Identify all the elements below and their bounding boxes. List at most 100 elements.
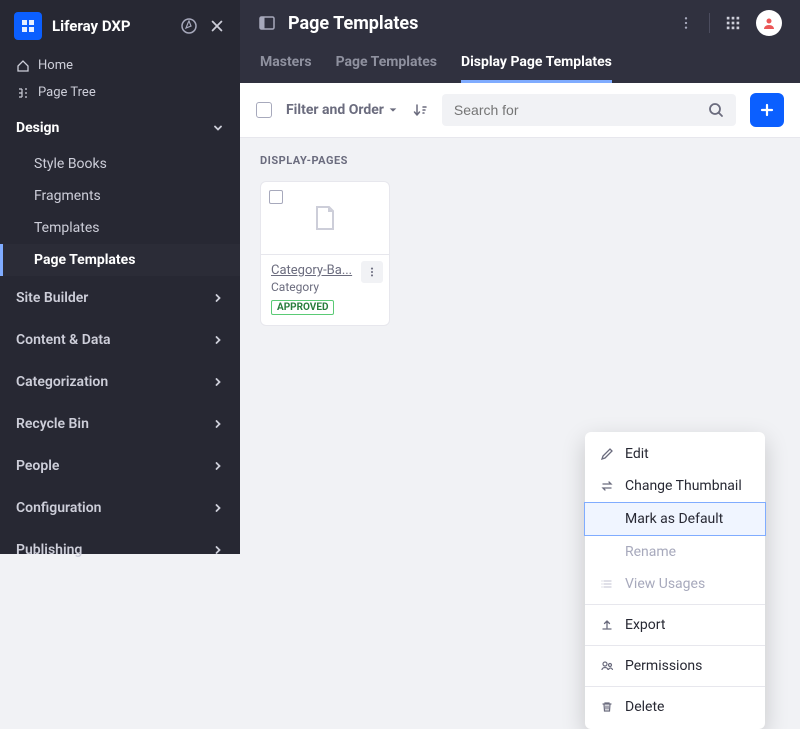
main: Page Templates Masters Page Templates Di… [240, 0, 800, 554]
sort-button[interactable] [412, 102, 428, 118]
list-icon [599, 576, 615, 592]
menu-separator [585, 686, 765, 687]
kebab-icon[interactable] [677, 14, 695, 32]
menu-item-label: View Usages [625, 576, 705, 592]
menu-item-label: Permissions [625, 658, 702, 674]
sidebar-link-label: Home [38, 58, 73, 73]
caret-down-icon [388, 105, 398, 115]
select-all-checkbox[interactable] [256, 102, 272, 118]
section-label: Recycle Bin [16, 416, 89, 432]
menu-item-edit[interactable]: Edit [585, 438, 765, 470]
panel-icon[interactable] [258, 14, 276, 32]
chevron-right-icon [212, 334, 224, 346]
tabs: Masters Page Templates Display Page Temp… [240, 42, 800, 83]
chevron-right-icon [212, 460, 224, 472]
menu-item-label: Change Thumbnail [625, 478, 742, 494]
sidebar-section-categorization[interactable]: Categorization [0, 360, 240, 402]
sidebar-item-fragments[interactable]: Fragments [0, 180, 240, 212]
tab-masters[interactable]: Masters [260, 46, 312, 83]
filter-order-button[interactable]: Filter and Order [286, 102, 398, 118]
sidebar: Liferay DXP Home Page Tree Design Style … [0, 0, 240, 554]
section-label: Configuration [16, 500, 101, 516]
add-button[interactable] [750, 93, 784, 127]
menu-item-label: Mark as Default [625, 511, 723, 527]
sidebar-item-templates[interactable]: Templates [0, 212, 240, 244]
menu-item-export[interactable]: Export [585, 609, 765, 641]
filter-label: Filter and Order [286, 102, 384, 118]
sidebar-section-recycle-bin[interactable]: Recycle Bin [0, 402, 240, 444]
card-thumbnail[interactable] [261, 182, 389, 254]
section-label: Publishing [16, 542, 82, 558]
content-area: DISPLAY-PAGES Category-Ba... Category AP… [240, 138, 800, 342]
section-label: Site Builder [16, 290, 88, 306]
sidebar-item-page-templates[interactable]: Page Templates [0, 244, 240, 276]
menu-item-label: Delete [625, 699, 664, 715]
compass-icon[interactable] [180, 17, 198, 35]
card-checkbox[interactable] [269, 190, 283, 204]
brand-logo[interactable] [14, 12, 42, 40]
sidebar-section-site-builder[interactable]: Site Builder [0, 276, 240, 318]
chevron-right-icon [212, 376, 224, 388]
sidebar-link-page-tree[interactable]: Page Tree [0, 79, 240, 106]
menu-separator [585, 645, 765, 646]
menu-item-label: Export [625, 617, 665, 633]
chevron-right-icon [212, 418, 224, 430]
sidebar-section-publishing[interactable]: Publishing [0, 528, 240, 570]
template-card: Category-Ba... Category APPROVED [260, 181, 390, 326]
apps-grid-icon[interactable] [724, 14, 742, 32]
section-label: People [16, 458, 59, 474]
chevron-right-icon [212, 544, 224, 556]
card-title[interactable]: Category-Ba... [271, 263, 363, 278]
topbar: Page Templates [240, 0, 800, 42]
tab-label: Display Page Templates [461, 54, 612, 70]
people-icon [599, 658, 615, 674]
divider [709, 13, 710, 33]
sidebar-nav: Home Page Tree Design Style Books Fragme… [0, 52, 240, 570]
menu-item-label: Rename [625, 544, 676, 560]
tab-page-templates[interactable]: Page Templates [336, 46, 437, 83]
plus-icon [759, 102, 775, 118]
upload-icon [599, 617, 615, 633]
section-label: Categorization [16, 374, 108, 390]
sidebar-section-people[interactable]: People [0, 444, 240, 486]
chevron-right-icon [212, 292, 224, 304]
chevron-right-icon [212, 502, 224, 514]
brand-name: Liferay DXP [52, 17, 170, 35]
menu-separator [585, 604, 765, 605]
item-label: Fragments [34, 188, 101, 204]
section-label: DISPLAY-PAGES [260, 154, 780, 167]
section-label: Design [16, 120, 59, 136]
tab-display-page-templates[interactable]: Display Page Templates [461, 46, 612, 83]
avatar[interactable] [756, 10, 782, 36]
tree-icon [16, 86, 30, 100]
item-label: Style Books [34, 156, 107, 172]
sidebar-section-configuration[interactable]: Configuration [0, 486, 240, 528]
page-title: Page Templates [288, 13, 665, 34]
menu-item-change-thumbnail[interactable]: Change Thumbnail [585, 470, 765, 502]
context-menu: Edit Change Thumbnail Mark as Default Re… [585, 432, 765, 729]
item-label: Templates [34, 220, 100, 236]
status-badge: APPROVED [271, 300, 334, 315]
menu-item-rename: Rename [585, 536, 765, 568]
topbar-actions [677, 10, 782, 36]
search-field[interactable] [442, 94, 736, 126]
sidebar-section-content-data[interactable]: Content & Data [0, 318, 240, 360]
close-icon[interactable] [208, 17, 226, 35]
menu-item-view-usages: View Usages [585, 568, 765, 600]
menu-item-mark-default[interactable]: Mark as Default [584, 502, 766, 536]
sidebar-item-style-books[interactable]: Style Books [0, 148, 240, 180]
toolbar: Filter and Order [240, 83, 800, 138]
swap-icon [599, 478, 615, 494]
chevron-down-icon [212, 122, 224, 134]
page-icon [311, 204, 339, 232]
menu-item-label: Edit [625, 446, 649, 462]
menu-item-delete[interactable]: Delete [585, 691, 765, 723]
pencil-icon [599, 446, 615, 462]
trash-icon [599, 699, 615, 715]
sidebar-section-design[interactable]: Design [0, 106, 240, 148]
home-icon [16, 59, 30, 73]
menu-item-permissions[interactable]: Permissions [585, 650, 765, 682]
card-actions-button[interactable] [361, 261, 383, 283]
sidebar-link-home[interactable]: Home [0, 52, 240, 79]
search-input[interactable] [454, 102, 700, 118]
